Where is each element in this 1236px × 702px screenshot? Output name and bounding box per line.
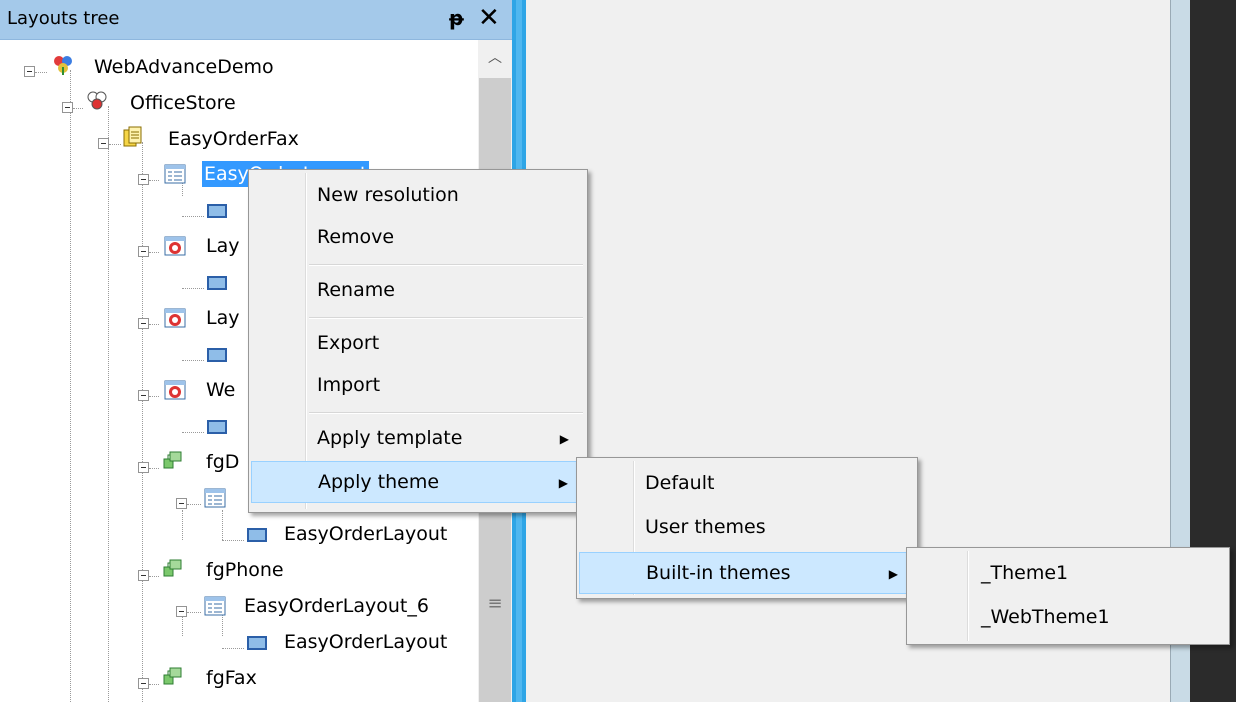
layout-icon — [164, 164, 186, 184]
menu-item-apply-template[interactable]: Apply template ▶ — [251, 417, 585, 459]
collapse-icon[interactable] — [138, 246, 149, 257]
collapse-icon[interactable] — [24, 66, 35, 77]
resolution-icon — [207, 420, 227, 434]
menu-item-export[interactable]: Export — [251, 322, 585, 364]
web-layout-icon — [164, 308, 186, 328]
pin-icon[interactable]: ᵽ — [449, 6, 464, 30]
menu-item-webtheme1[interactable]: _WebTheme1 — [909, 596, 1227, 638]
web-layout-icon — [164, 380, 186, 400]
tree-label: Lay — [206, 307, 240, 329]
collapse-icon[interactable] — [62, 102, 73, 113]
menu-item-remove[interactable]: Remove — [251, 216, 585, 258]
tree-label: fgPhone — [206, 559, 284, 581]
layout-icon — [204, 488, 226, 508]
collapse-icon[interactable] — [138, 570, 149, 581]
theme-submenu: Default User themes Built-in themes ▶ — [576, 457, 918, 599]
menu-item-default[interactable]: Default — [579, 462, 915, 504]
collapse-icon[interactable] — [138, 318, 149, 329]
tree-label: We — [206, 379, 236, 401]
menu-item-rename[interactable]: Rename — [251, 269, 585, 311]
tree-item-fg-desktop-child[interactable]: EasyOrderLayout — [0, 518, 478, 554]
close-icon[interactable]: ✕ — [478, 5, 500, 31]
tree-item-root[interactable]: WebAdvanceDemo — [0, 50, 478, 86]
menu-item-new-resolution[interactable]: New resolution — [251, 174, 585, 216]
menu-item-theme1[interactable]: _Theme1 — [909, 552, 1227, 594]
tree-item-fg-phone-layout[interactable]: EasyOrderLayout_6 — [0, 590, 478, 626]
collapse-icon[interactable] — [138, 462, 149, 473]
application-icon — [87, 91, 107, 110]
panel-title: Layouts tree — [7, 8, 120, 29]
submenu-arrow-icon: ▶ — [559, 432, 569, 446]
tree-item-fg-phone-child[interactable]: EasyOrderLayout — [0, 626, 478, 662]
panel-header: Layouts tree ᵽ ✕ — [0, 0, 512, 40]
tree-item-officestore[interactable]: OfficeStore — [0, 86, 478, 122]
scroll-up-arrow-icon[interactable]: ︿ — [478, 40, 512, 76]
form-group-icon — [163, 667, 182, 685]
tree-item-fg-phone[interactable]: fgPhone — [0, 554, 478, 590]
form-group-icon — [163, 451, 182, 469]
collapse-icon[interactable] — [138, 390, 149, 401]
layout-icon — [204, 596, 226, 616]
tree-label: fgFax — [206, 667, 257, 689]
collapse-icon[interactable] — [138, 174, 149, 185]
tree-item-easyorderfax[interactable]: EasyOrderFax — [0, 122, 478, 158]
form-icon — [123, 126, 142, 147]
tree-label: EasyOrderLayout — [284, 523, 448, 545]
tree-label: EasyOrderLayout — [284, 631, 448, 653]
tree-label: WebAdvanceDemo — [94, 56, 274, 78]
submenu-arrow-icon: ▶ — [558, 476, 568, 490]
resolution-icon — [207, 348, 227, 362]
menu-item-built-in-themes[interactable]: Built-in themes ▶ — [579, 552, 915, 594]
menu-item-apply-theme[interactable]: Apply theme ▶ — [251, 461, 585, 503]
collapse-icon[interactable] — [176, 498, 187, 509]
resolution-icon — [247, 528, 267, 542]
menu-item-import[interactable]: Import — [251, 364, 585, 406]
resolution-icon — [207, 204, 227, 218]
submenu-arrow-icon: ▶ — [888, 567, 898, 581]
web-layout-icon — [164, 236, 186, 256]
resolution-icon — [247, 636, 267, 650]
collapse-icon[interactable] — [176, 606, 187, 617]
form-group-icon — [163, 559, 182, 577]
grip-icon: ≡ — [487, 593, 503, 614]
collapse-icon[interactable] — [138, 678, 149, 689]
tree-label: OfficeStore — [130, 92, 236, 114]
tree-label: Lay — [206, 235, 240, 257]
collapse-icon[interactable] — [98, 138, 109, 149]
tree-item-fg-fax[interactable]: fgFax — [0, 662, 478, 698]
built-in-themes-submenu: _Theme1 _WebTheme1 — [906, 547, 1230, 645]
tree-label: EasyOrderFax — [168, 128, 299, 150]
menu-item-user-themes[interactable]: User themes — [579, 506, 915, 548]
tree-label: fgD — [206, 451, 240, 473]
tree-label: EasyOrderLayout_6 — [244, 595, 429, 617]
app-root-icon — [54, 56, 72, 75]
resolution-icon — [207, 276, 227, 290]
context-menu: New resolution Remove Rename Export Impo… — [248, 169, 588, 513]
